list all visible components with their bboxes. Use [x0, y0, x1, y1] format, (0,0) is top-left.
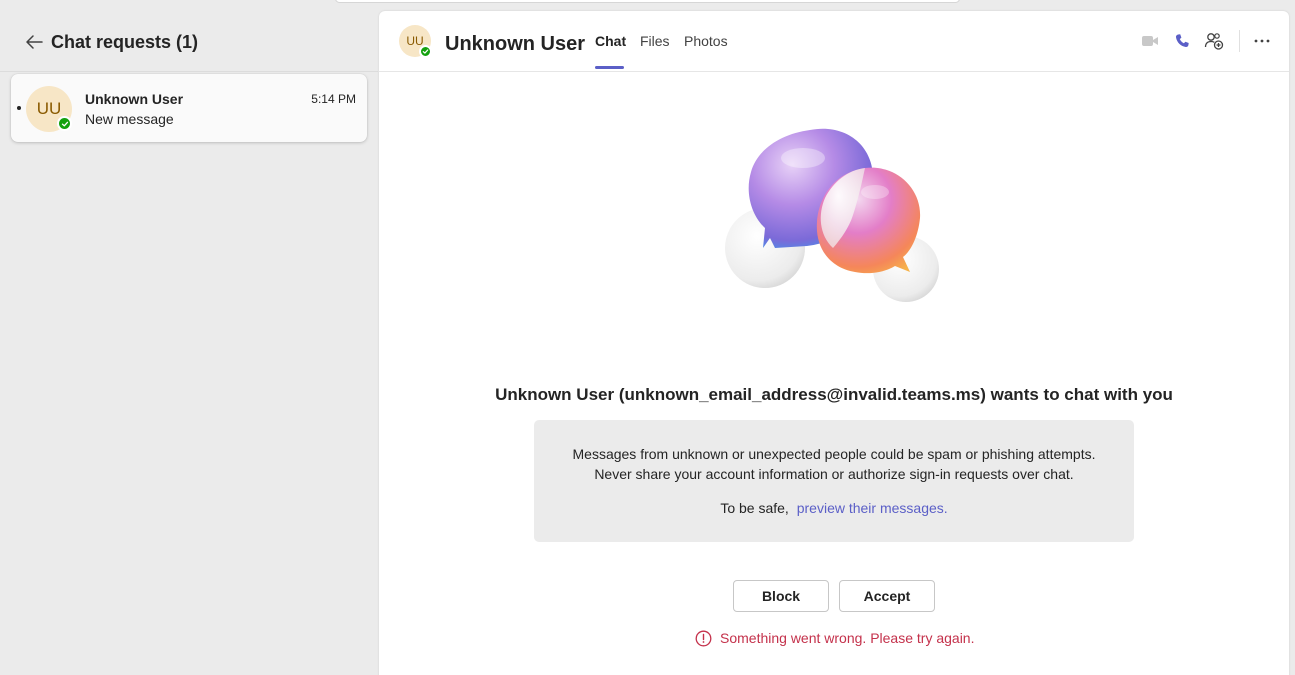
chat-request-headline: Unknown User (unknown_email_address@inva…: [495, 385, 1173, 404]
error-message: Something went wrong. Please try again.: [695, 629, 974, 647]
avatar-initials: UU: [36, 99, 62, 118]
more-options-icon[interactable]: [1252, 31, 1272, 51]
chat-requests-title: Chat requests (1): [51, 31, 199, 52]
error-icon: [695, 630, 712, 647]
add-people-icon[interactable]: [1204, 31, 1224, 51]
audio-call-icon[interactable]: [1172, 31, 1192, 51]
header-separator: [1239, 30, 1240, 52]
warning-text-line-1: Messages from unknown or unexpected peop…: [572, 446, 1096, 462]
chat-requests-header: Chat requests (1): [24, 30, 198, 54]
presence-available-icon: [419, 45, 432, 58]
search-bar-edge[interactable]: [335, 0, 960, 3]
active-tab-indicator: [595, 66, 624, 69]
chat-pane: [379, 11, 1289, 675]
error-text: Something went wrong. Please try again.: [720, 630, 975, 646]
chat-requests-pane: Chat requests (1) UU Unknown User 5:14 P…: [0, 0, 378, 675]
chat-bubbles-illustration: [715, 120, 955, 320]
divider: [379, 71, 1289, 72]
tab-chat[interactable]: Chat: [595, 33, 626, 49]
accept-button[interactable]: Accept: [839, 580, 935, 612]
tab-files[interactable]: Files: [640, 33, 670, 49]
safety-tip: To be safe, preview their messages.: [534, 500, 1134, 516]
divider: [0, 71, 378, 72]
chat-title: Unknown User: [445, 33, 586, 55]
back-arrow-icon[interactable]: [24, 32, 44, 52]
request-sender-name: Unknown User: [85, 91, 184, 107]
chat-request-item[interactable]: UU Unknown User 5:14 PM New message: [11, 74, 367, 142]
block-button[interactable]: Block: [733, 580, 829, 612]
safety-tip-prefix: To be safe,: [720, 500, 789, 516]
request-timestamp: 5:14 PM: [311, 92, 356, 106]
tab-photos[interactable]: Photos: [684, 33, 728, 49]
preview-messages-link[interactable]: preview their messages.: [797, 500, 948, 516]
request-preview: New message: [85, 111, 174, 127]
unread-dot-icon: [17, 106, 21, 110]
video-call-icon[interactable]: [1140, 31, 1160, 51]
presence-available-icon: [57, 116, 72, 131]
warning-text-line-2: Never share your account information or …: [594, 466, 1074, 482]
safety-warning-box: Messages from unknown or unexpected peop…: [534, 420, 1134, 542]
